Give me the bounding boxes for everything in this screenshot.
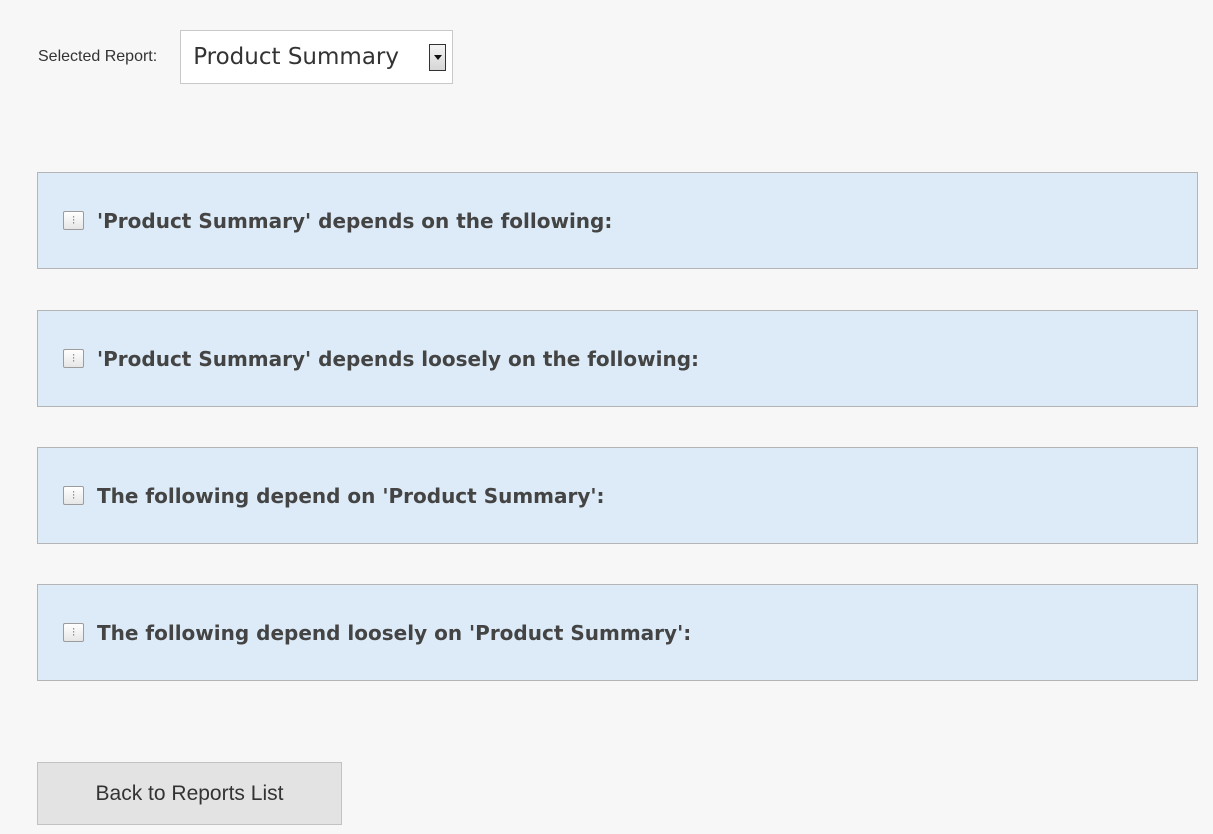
panel-depends-loosely-on[interactable]: ⫶ 'Product Summary' depends loosely on t… — [37, 310, 1198, 407]
panel-title: The following depend loosely on 'Product… — [97, 620, 692, 645]
report-select[interactable]: Product Summary — [180, 30, 454, 84]
panel-title: 'Product Summary' depends on the followi… — [97, 208, 613, 233]
panel-title: The following depend on 'Product Summary… — [97, 483, 605, 508]
report-select-value: Product Summary — [193, 44, 399, 70]
dropdown-arrow-icon[interactable] — [429, 44, 447, 71]
expand-icon[interactable]: ⫶ — [63, 349, 84, 368]
expand-icon[interactable]: ⫶ — [63, 211, 84, 230]
panel-depends-on[interactable]: ⫶ 'Product Summary' depends on the follo… — [37, 172, 1198, 269]
expand-icon[interactable]: ⫶ — [63, 486, 84, 505]
back-to-reports-button[interactable]: Back to Reports List — [37, 762, 342, 825]
panel-dependents[interactable]: ⫶ The following depend on 'Product Summa… — [37, 447, 1198, 544]
panel-loose-dependents[interactable]: ⫶ The following depend loosely on 'Produ… — [37, 584, 1198, 681]
report-dependencies-page: Selected Report: Product Summary ⫶ 'Prod… — [0, 0, 1213, 834]
expand-icon[interactable]: ⫶ — [63, 623, 84, 642]
panel-title: 'Product Summary' depends loosely on the… — [97, 346, 700, 371]
selected-report-label: Selected Report: — [38, 48, 158, 65]
report-selector-row: Selected Report: Product Summary — [38, 29, 454, 85]
